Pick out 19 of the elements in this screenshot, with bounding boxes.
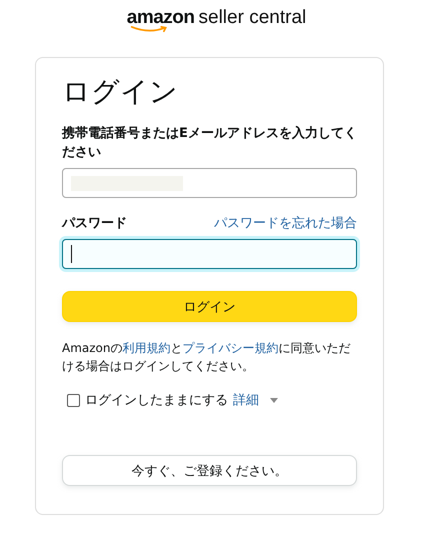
password-field[interactable] bbox=[62, 239, 357, 269]
brand-text: amazon bbox=[126, 8, 195, 28]
terms-link[interactable]: 利用規約 bbox=[122, 341, 170, 355]
remember-checkbox[interactable] bbox=[67, 394, 80, 406]
agreement-text: Amazonの利用規約 と プライバシー規約に同意いただける場合はログインしてください。 bbox=[62, 340, 352, 375]
smile-arrow-icon bbox=[130, 26, 170, 33]
page-title: ログイン bbox=[62, 74, 179, 110]
details-link[interactable]: 詳細 bbox=[233, 391, 259, 409]
dropdown-caret-icon[interactable] bbox=[270, 398, 278, 402]
field-label: パスワード bbox=[62, 215, 127, 233]
remember-label: ログインしたままにする bbox=[85, 392, 228, 409]
register-button[interactable]: 今すぐ、ご登録ください。 bbox=[62, 455, 357, 486]
product-text: seller central bbox=[198, 8, 306, 28]
terms-link[interactable]: プライバシー規約 bbox=[182, 341, 278, 355]
email-field[interactable] bbox=[62, 168, 357, 198]
forgot-password-link[interactable]: パスワードを忘れた場合 bbox=[214, 214, 357, 232]
text-cursor bbox=[71, 245, 72, 263]
field-label: 携帯電話番号またはEメールアドレスを入力してください bbox=[62, 124, 357, 162]
login-button[interactable]: ログイン bbox=[62, 291, 357, 322]
